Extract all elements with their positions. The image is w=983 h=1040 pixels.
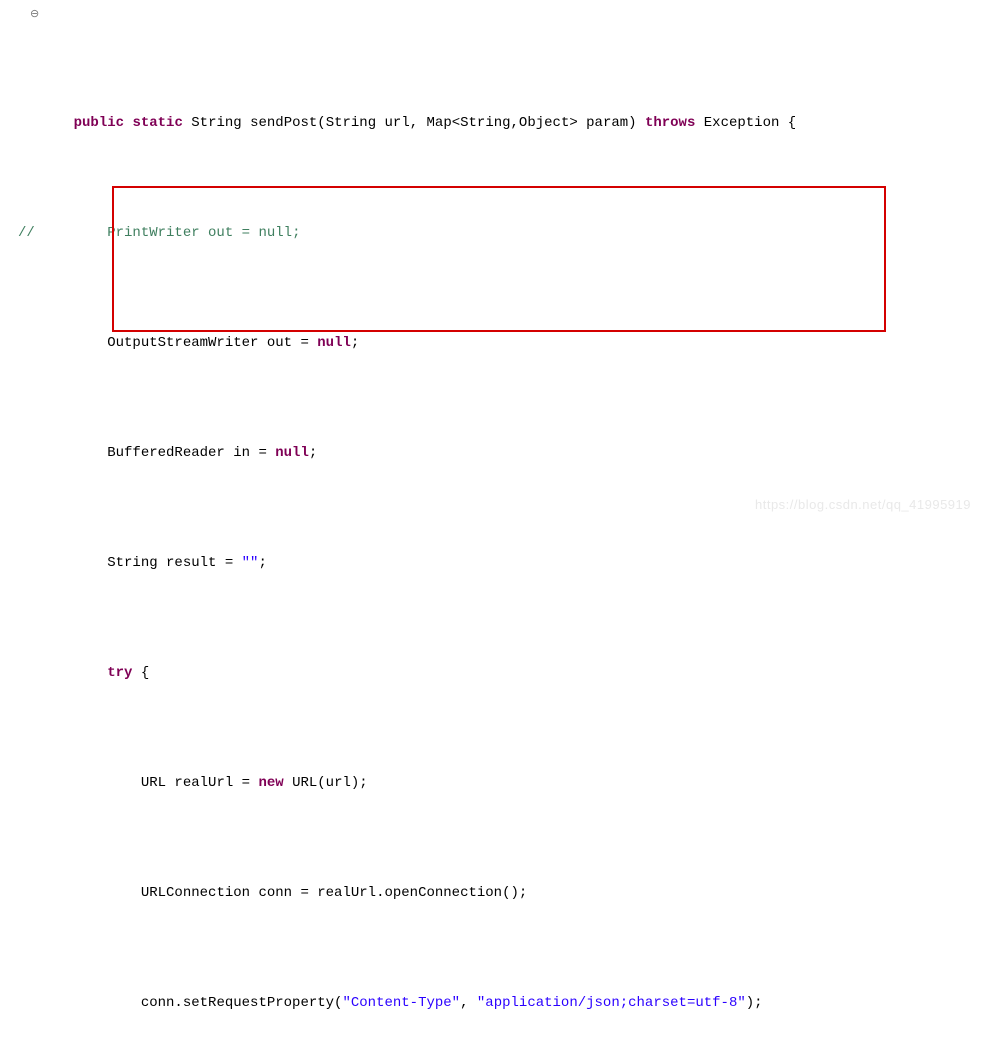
- method-signature: sendPost(String url, Map<String,Object> …: [242, 115, 645, 131]
- code-line: conn.setRequestProperty("Content-Type", …: [6, 992, 983, 1014]
- code-line: URL realUrl = new URL(url);: [6, 772, 983, 794]
- comment-gutter: //: [6, 222, 40, 244]
- string-app-json: "application/json;charset=utf-8": [477, 995, 746, 1011]
- keyword-try: try: [107, 665, 132, 681]
- code-line: // PrintWriter out = null;: [6, 222, 983, 244]
- return-type: String: [191, 115, 241, 131]
- watermark: https://blog.csdn.net/qq_41995919: [755, 494, 971, 516]
- keyword-null: null: [317, 335, 351, 351]
- decl-out: OutputStreamWriter out =: [107, 335, 317, 351]
- throws-clause: Exception {: [695, 115, 796, 131]
- highlight-box: [112, 186, 886, 332]
- code-line: OutputStreamWriter out = null;: [6, 332, 983, 354]
- collapse-marker-icon: ⊖: [30, 4, 39, 26]
- code-line: public static String sendPost(String url…: [6, 112, 983, 134]
- code-line: String result = "";: [6, 552, 983, 574]
- decl-conn: URLConnection conn = realUrl.openConnect…: [141, 885, 527, 901]
- keyword-static: static: [132, 115, 182, 131]
- keyword-public: public: [74, 115, 124, 131]
- code-line: URLConnection conn = realUrl.openConnect…: [6, 882, 983, 904]
- decl-url: URL realUrl =: [141, 775, 259, 791]
- decl-in: BufferedReader in =: [107, 445, 275, 461]
- keyword-null: null: [275, 445, 309, 461]
- commented-code: PrintWriter out =: [107, 225, 258, 241]
- string-empty: "": [242, 555, 259, 571]
- decl-result: String result =: [107, 555, 241, 571]
- code-line: BufferedReader in = null;: [6, 442, 983, 464]
- keyword-throws: throws: [645, 115, 695, 131]
- string-content-type: "Content-Type": [342, 995, 460, 1011]
- code-pane: ⊖ public static String sendPost(String u…: [0, 0, 983, 520]
- code-line: try {: [6, 662, 983, 684]
- keyword-new: new: [258, 775, 283, 791]
